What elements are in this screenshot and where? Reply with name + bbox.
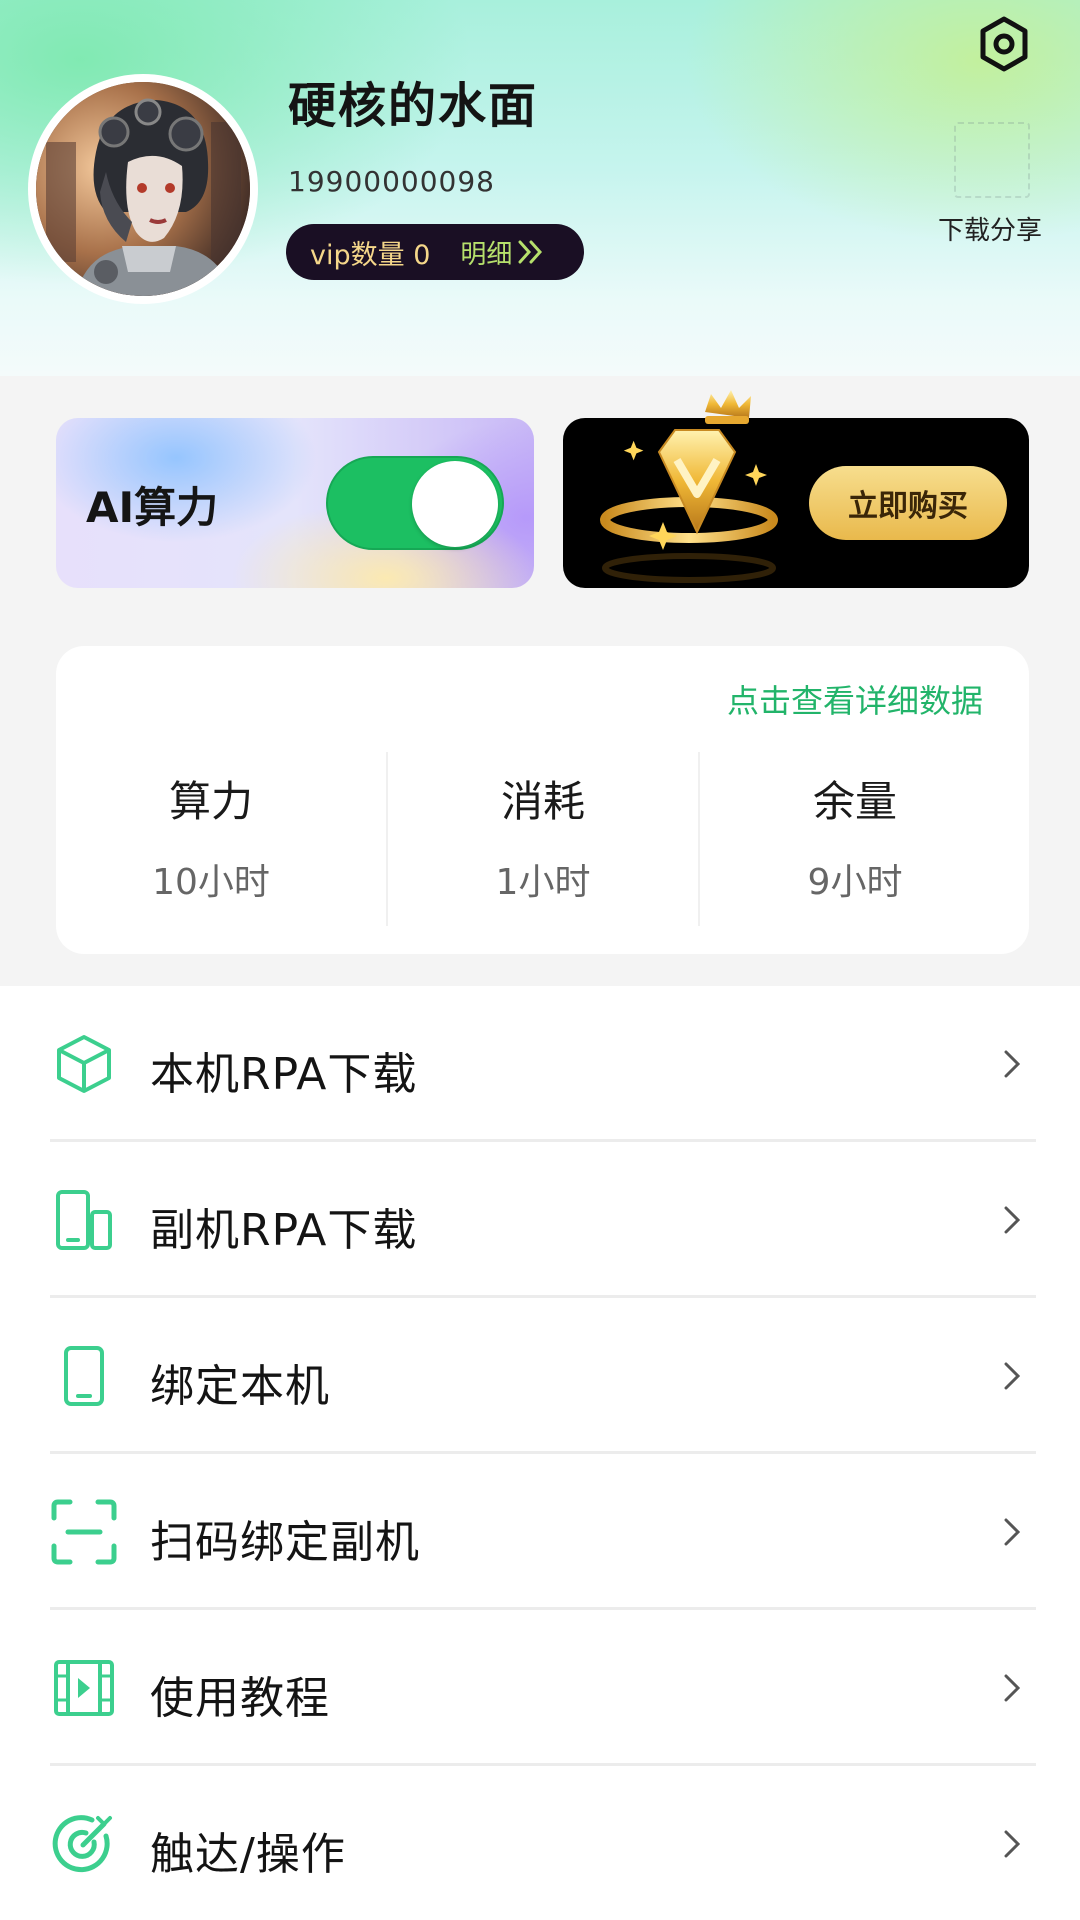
menu-item-label: 使用教程 bbox=[150, 1673, 330, 1724]
menu-list: 本机RPA下载 副机RPA下载 绑定本机 扫码绑定副机 使用教程 触达/操作 bbox=[0, 986, 1080, 1920]
cube-icon bbox=[50, 1030, 118, 1098]
menu-item-scan-bind-secondary[interactable]: 扫码绑定副机 bbox=[50, 1454, 1036, 1610]
vip-detail-button[interactable]: vip数量 0 明细 bbox=[286, 224, 584, 280]
vip-count: vip数量 0 bbox=[310, 239, 431, 271]
devices-icon bbox=[50, 1186, 118, 1254]
video-icon bbox=[50, 1654, 118, 1722]
stat-consumed: 消耗 1小时 bbox=[388, 768, 698, 905]
chevron-right-icon bbox=[1004, 1518, 1021, 1546]
crown-diamond-icon bbox=[600, 390, 778, 583]
ai-compute-toggle[interactable] bbox=[326, 456, 504, 550]
buy-now-button[interactable]: 立即购买 bbox=[809, 466, 1007, 540]
vip-detail-link[interactable]: 明细 bbox=[460, 234, 546, 271]
menu-item-label: 触达/操作 bbox=[150, 1829, 346, 1880]
ai-compute-label: AI算力 bbox=[86, 483, 219, 532]
username: 硬核的水面 bbox=[288, 78, 539, 134]
stat-value: 9小时 bbox=[807, 862, 903, 903]
menu-item-tutorial[interactable]: 使用教程 bbox=[50, 1610, 1036, 1766]
vip-purchase-banner[interactable]: 立即购买 bbox=[563, 390, 1029, 588]
menu-item-label: 本机RPA下载 bbox=[150, 1049, 418, 1100]
gear-hexagon-icon bbox=[980, 16, 1028, 72]
menu-item-reach-operate[interactable]: 触达/操作 bbox=[50, 1766, 1036, 1920]
avatar[interactable] bbox=[28, 74, 258, 304]
chevron-right-icon bbox=[1004, 1050, 1021, 1078]
stat-label: 余量 bbox=[812, 777, 897, 826]
phone-icon bbox=[50, 1342, 118, 1410]
stat-remaining: 余量 9小时 bbox=[700, 768, 1010, 905]
profile-page: 硬核的水面 19900000098 vip数量 0 明细 下载分享 AI算力 立… bbox=[0, 0, 1080, 1920]
menu-item-secondary-rpa-download[interactable]: 副机RPA下载 bbox=[50, 1142, 1036, 1298]
target-icon bbox=[50, 1810, 118, 1878]
ai-compute-card: AI算力 bbox=[56, 418, 534, 588]
download-share-label: 下载分享 bbox=[937, 216, 1042, 246]
phone-number: 19900000098 bbox=[288, 165, 495, 198]
profile-header: 硬核的水面 19900000098 vip数量 0 明细 下载分享 bbox=[0, 0, 1080, 376]
download-share-button[interactable]: 下载分享 bbox=[930, 118, 1050, 248]
vip-detail-label: 明细 bbox=[460, 239, 513, 270]
stat-label: 算力 bbox=[168, 777, 253, 826]
menu-item-label: 扫码绑定副机 bbox=[150, 1517, 420, 1568]
settings-button[interactable] bbox=[972, 12, 1036, 76]
toggle-knob bbox=[412, 461, 498, 547]
double-chevron-right-icon bbox=[518, 240, 543, 264]
avatar-image bbox=[36, 82, 250, 296]
menu-item-bind-device[interactable]: 绑定本机 bbox=[50, 1298, 1036, 1454]
chevron-right-icon bbox=[1004, 1206, 1021, 1234]
usage-stats-card: 点击查看详细数据 算力 10小时 消耗 1小时 余量 9小时 bbox=[56, 646, 1029, 954]
stat-label: 消耗 bbox=[500, 777, 585, 826]
menu-item-label: 绑定本机 bbox=[150, 1361, 330, 1412]
qr-placeholder-icon bbox=[954, 122, 1030, 198]
view-details-link[interactable]: 点击查看详细数据 bbox=[727, 676, 983, 722]
stat-value: 1小时 bbox=[495, 862, 591, 903]
stat-compute: 算力 10小时 bbox=[56, 768, 366, 905]
stat-value: 10小时 bbox=[152, 862, 270, 903]
chevron-right-icon bbox=[1004, 1830, 1021, 1858]
menu-item-label: 副机RPA下载 bbox=[150, 1205, 418, 1256]
menu-item-local-rpa-download[interactable]: 本机RPA下载 bbox=[50, 986, 1036, 1142]
chevron-right-icon bbox=[1004, 1674, 1021, 1702]
scan-icon bbox=[50, 1498, 118, 1566]
chevron-right-icon bbox=[1004, 1362, 1021, 1390]
summary-section: AI算力 立即购买 点击查看详细数据 算力 10小时 消耗 1小时 余量 9小时 bbox=[0, 376, 1080, 986]
